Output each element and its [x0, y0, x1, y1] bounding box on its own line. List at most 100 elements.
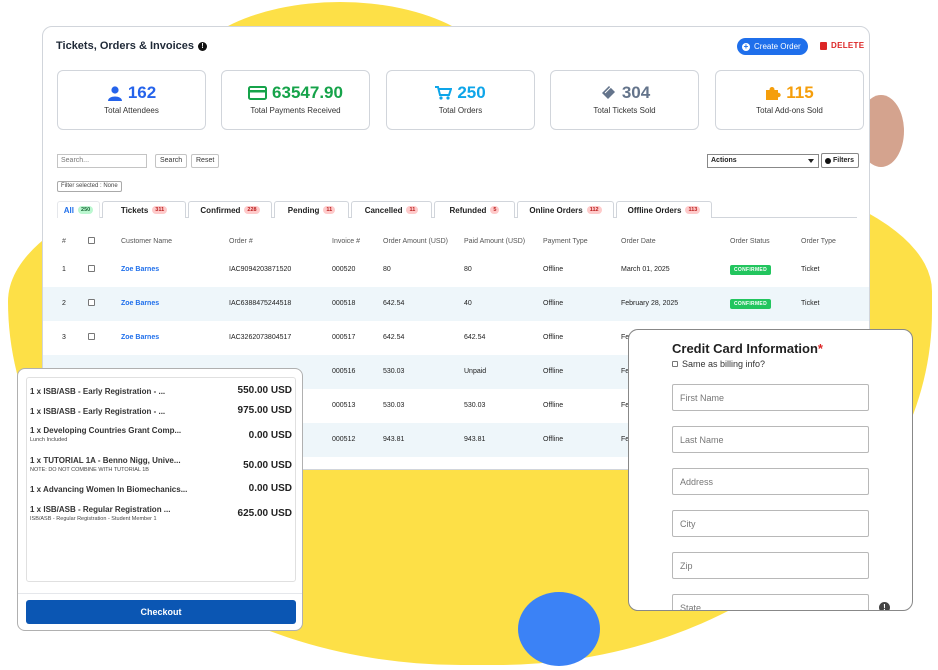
- tab-tickets[interactable]: Tickets 311: [102, 201, 186, 218]
- tab-label: Cancelled: [364, 205, 403, 215]
- credit-card-title: Credit Card Information*: [672, 341, 823, 356]
- tab-pending[interactable]: Pending 11: [274, 201, 349, 218]
- tab-all[interactable]: All 250: [57, 201, 100, 218]
- column-header[interactable]: Invoice #: [332, 238, 360, 245]
- order-amount: 642.54: [383, 334, 405, 341]
- stat-label: Total Add-ons Sold: [756, 106, 823, 115]
- tab-cancelled[interactable]: Cancelled 11: [351, 201, 432, 218]
- tab-label: All: [63, 205, 75, 215]
- customer-name-link[interactable]: Zoe Barnes: [121, 300, 159, 307]
- tab-label: Confirmed: [200, 205, 241, 215]
- customer-name-link[interactable]: Zoe Barnes: [121, 266, 159, 273]
- payment-type: Offline: [543, 436, 564, 443]
- state-field[interactable]: State: [672, 594, 869, 610]
- column-header[interactable]: Order Type: [801, 238, 836, 245]
- credit-card-icon: [248, 86, 268, 100]
- tab-online-orders[interactable]: Online Orders 112: [517, 201, 614, 218]
- ticket-icon: [601, 86, 615, 99]
- column-header[interactable]: Payment Type: [543, 238, 588, 245]
- invoice-number: 000516: [332, 368, 356, 375]
- invoice-number: 000512: [332, 436, 356, 443]
- filters-button[interactable]: Filters: [821, 153, 859, 168]
- paid-amount: 530.03: [464, 402, 486, 409]
- order-amount: 530.03: [383, 368, 405, 375]
- row-checkbox[interactable]: [88, 265, 95, 272]
- column-header[interactable]: Paid Amount (USD): [464, 238, 525, 245]
- invoice-number: 000518: [332, 300, 356, 307]
- cart-item-note: NOTE: DO NOT COMBINE WITH TUTORIAL 1B: [30, 467, 149, 473]
- cart-item-note: Lunch Included: [30, 437, 68, 443]
- screenshot-stage: Tickets, Orders & Invoices ! + Create Or…: [0, 0, 938, 670]
- count-badge: 5: [490, 206, 500, 214]
- column-header[interactable]: Customer Name: [121, 238, 172, 245]
- stat-label: Total Orders: [438, 106, 483, 115]
- invoice-number: 000513: [332, 402, 356, 409]
- payment-type: Offline: [543, 300, 564, 307]
- tab-label: Refunded: [449, 205, 487, 215]
- customer-name-link[interactable]: Zoe Barnes: [121, 334, 159, 341]
- tab-offline-orders[interactable]: Offline Orders 113: [616, 201, 712, 218]
- order-date: February 28, 2025: [621, 300, 679, 307]
- reset-button[interactable]: Reset: [191, 154, 220, 168]
- delete-button[interactable]: DELETE: [820, 41, 864, 50]
- actions-select-value: Actions: [711, 157, 737, 164]
- count-badge: 228: [244, 206, 260, 214]
- cart-summary-panel: 1 x ISB/ASB - Early Registration - ... 5…: [17, 368, 303, 631]
- first-name-field[interactable]: First Name: [672, 384, 869, 411]
- info-icon[interactable]: !: [879, 602, 890, 610]
- actions-select[interactable]: Actions: [707, 154, 819, 168]
- paid-amount: 80: [464, 266, 472, 273]
- page-title: Tickets, Orders & Invoices !: [56, 40, 207, 52]
- create-order-label: Create Order: [754, 42, 801, 51]
- table-row[interactable]: 1 Zoe Barnes IAC9094203871520 000520 80 …: [43, 253, 869, 287]
- create-order-button[interactable]: + Create Order: [737, 38, 808, 55]
- zip-field[interactable]: Zip: [672, 552, 869, 579]
- same-as-billing-checkbox[interactable]: [672, 361, 678, 367]
- stat-label: Total Tickets Sold: [593, 106, 656, 115]
- tab-refunded[interactable]: Refunded 5: [434, 201, 515, 218]
- row-checkbox[interactable]: [88, 333, 95, 340]
- select-all-checkbox[interactable]: [88, 237, 95, 244]
- last-name-field[interactable]: Last Name: [672, 426, 869, 453]
- order-amount: 943.81: [383, 436, 405, 443]
- tab-label: Tickets: [120, 205, 149, 215]
- tab-confirmed[interactable]: Confirmed 228: [188, 201, 272, 218]
- stat-value: 115: [786, 83, 814, 102]
- count-badge: 250: [78, 206, 94, 214]
- payment-type: Offline: [543, 334, 564, 341]
- same-as-billing-option[interactable]: Same as billing info?: [672, 359, 765, 369]
- filter-selected-chip: Filter selected : None: [57, 181, 122, 192]
- stat-card-tickets: 304 Total Tickets Sold: [550, 70, 699, 130]
- checkout-button[interactable]: Checkout: [26, 600, 296, 624]
- cart-item-price: 975.00 USD: [237, 405, 292, 416]
- info-icon[interactable]: !: [197, 41, 207, 51]
- order-type: Ticket: [801, 266, 820, 273]
- address-field[interactable]: Address: [672, 468, 869, 495]
- page-title-text: Tickets, Orders & Invoices: [56, 40, 194, 52]
- payment-type: Offline: [543, 368, 564, 375]
- order-number: IAC6388475244518: [229, 300, 292, 307]
- tab-label: Offline Orders: [627, 205, 682, 215]
- stat-value-row: 63547.90: [222, 83, 369, 103]
- search-button[interactable]: Search: [155, 154, 188, 168]
- same-as-billing-label: Same as billing info?: [682, 359, 766, 369]
- column-header[interactable]: Order Amount (USD): [383, 238, 448, 245]
- stat-value: 250: [457, 83, 486, 102]
- search-input[interactable]: Search...: [57, 154, 147, 168]
- column-header[interactable]: Order Status: [730, 238, 770, 245]
- row-checkbox[interactable]: [88, 299, 95, 306]
- required-mark: *: [817, 341, 823, 356]
- table-row[interactable]: 2 Zoe Barnes IAC6388475244518 000518 642…: [43, 287, 869, 321]
- tab-label: Pending: [287, 205, 320, 215]
- city-field[interactable]: City: [672, 510, 869, 537]
- stat-label: Total Attendees: [104, 106, 159, 115]
- table-header: # Customer Name Order # Invoice # Order …: [57, 233, 857, 253]
- user-icon: [107, 85, 122, 101]
- cart-item-price: 625.00 USD: [237, 508, 292, 519]
- stat-value: 63547.90: [272, 83, 343, 102]
- cart-item-name: 1 x ISB/ASB - Regular Registration ...: [30, 505, 171, 514]
- cart-icon: [435, 86, 453, 100]
- column-header[interactable]: Order Date: [621, 238, 656, 245]
- column-header[interactable]: Order #: [229, 238, 253, 245]
- count-badge: 113: [685, 206, 701, 214]
